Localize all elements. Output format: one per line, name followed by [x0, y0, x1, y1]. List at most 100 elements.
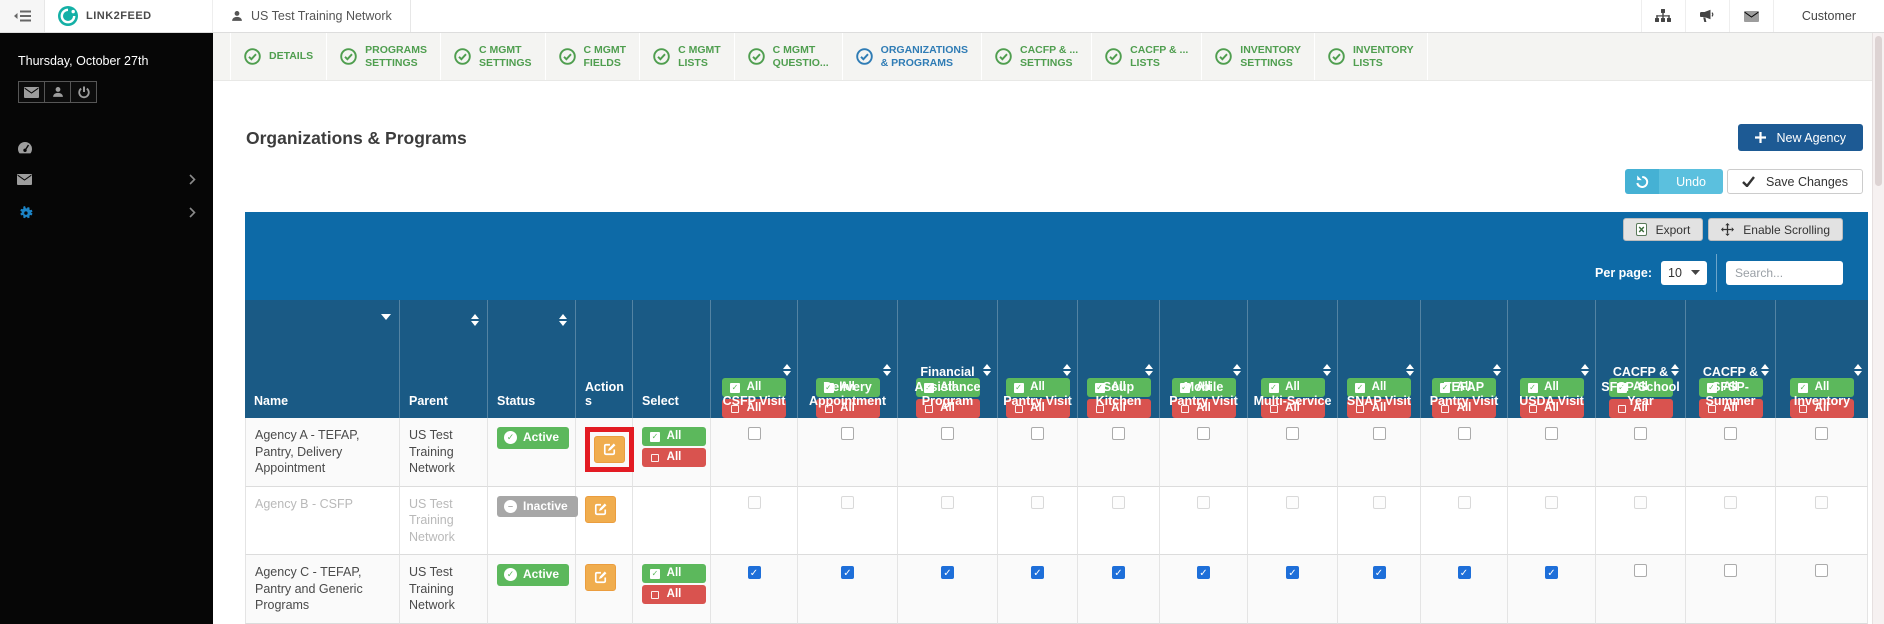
announcement-button[interactable] [1685, 0, 1729, 32]
sidebar-item-administration[interactable] [0, 195, 213, 230]
program-checkbox[interactable] [1545, 427, 1558, 440]
program-checkbox[interactable]: ✓ [1112, 566, 1125, 579]
program-checkbox[interactable] [1724, 496, 1737, 509]
program-checkbox[interactable] [1724, 427, 1737, 440]
column-header-snap-visit[interactable]: ✓AllAllSNAP Visit [1338, 300, 1421, 418]
program-checkbox[interactable] [748, 427, 761, 440]
tab-cacfp-settings[interactable]: CACFP & ...SETTINGS [982, 33, 1092, 80]
program-checkbox[interactable] [1197, 496, 1210, 509]
row-deselect-all-button[interactable]: All [642, 448, 706, 467]
tab-c-mgmt-lists[interactable]: C MGMTLISTS [640, 33, 735, 80]
column-header-inventory[interactable]: ✓AllAllInventory [1776, 300, 1868, 418]
column-header-tefap-pantry-visit[interactable]: ✓AllAllTEFAP Pantry Visit [1421, 300, 1508, 418]
program-checkbox[interactable] [1634, 564, 1647, 577]
column-header-financial-assistance-program[interactable]: ✓AllAllFinancial Assistance Program [898, 300, 998, 418]
program-checkbox[interactable] [748, 496, 761, 509]
tab-c-mgmt-questio[interactable]: C MGMTQUESTIO... [735, 33, 843, 80]
sort-indicator[interactable] [559, 314, 567, 326]
sort-indicator[interactable] [1581, 364, 1589, 376]
quick-user-button[interactable] [44, 81, 71, 103]
program-checkbox[interactable] [941, 496, 954, 509]
column-header-cacfp-sfsp-school-year[interactable]: ✓AllAllCACFP & SFSP-School Year [1596, 300, 1686, 418]
quick-power-button[interactable] [70, 81, 97, 103]
program-checkbox[interactable]: ✓ [1197, 566, 1210, 579]
program-checkbox[interactable] [1373, 496, 1386, 509]
program-checkbox[interactable] [1815, 496, 1828, 509]
user-menu[interactable]: Customer [1773, 0, 1884, 32]
row-deselect-all-button[interactable]: All [642, 585, 706, 604]
tab-organizations-programs[interactable]: ORGANIZATIONS& PROGRAMS [843, 33, 982, 80]
column-header-multi-service[interactable]: ✓AllAllMulti-Service [1248, 300, 1338, 418]
column-header-name[interactable]: Name [245, 300, 400, 418]
edit-agency-button[interactable] [585, 496, 616, 523]
column-header-parent[interactable]: Parent [400, 300, 488, 418]
program-checkbox[interactable] [1112, 496, 1125, 509]
tab-c-mgmt-settings[interactable]: C MGMTSETTINGS [441, 33, 546, 80]
tab-inventory-lists[interactable]: INVENTORYLISTS [1315, 33, 1428, 80]
sort-indicator[interactable] [883, 364, 891, 376]
network-selector[interactable]: US Test Training Network [213, 0, 411, 32]
program-checkbox[interactable] [1286, 427, 1299, 440]
column-header-usda-visit[interactable]: ✓AllAllUSDA Visit [1508, 300, 1596, 418]
program-checkbox[interactable] [1112, 427, 1125, 440]
column-header-csfp-visit[interactable]: ✓AllAllCSFP Visit [711, 300, 798, 418]
save-changes-button[interactable]: Save Changes [1727, 169, 1863, 194]
program-checkbox[interactable]: ✓ [941, 566, 954, 579]
sitemap-button[interactable] [1641, 0, 1685, 32]
program-checkbox[interactable] [1373, 427, 1386, 440]
program-checkbox[interactable] [1197, 427, 1210, 440]
sidebar-item-dashboard[interactable] [0, 131, 213, 164]
column-header-pantry-visit[interactable]: ✓AllAllPantry Visit [998, 300, 1078, 418]
sort-indicator[interactable] [471, 314, 479, 326]
sort-indicator[interactable] [1063, 364, 1071, 376]
program-checkbox[interactable] [1815, 564, 1828, 577]
program-checkbox[interactable] [1031, 496, 1044, 509]
column-header-mobile-pantry-visit[interactable]: ✓AllAllMobile Pantry Visit [1160, 300, 1248, 418]
program-checkbox[interactable] [1458, 427, 1471, 440]
export-button[interactable]: Export [1623, 218, 1704, 241]
sort-indicator[interactable] [1233, 364, 1241, 376]
tab-cacfp-lists[interactable]: CACFP & ...LISTS [1092, 33, 1202, 80]
program-checkbox[interactable]: ✓ [1458, 566, 1471, 579]
enable-scrolling-button[interactable]: Enable Scrolling [1708, 218, 1843, 241]
sidebar-item-messages[interactable] [0, 164, 213, 195]
per-page-select[interactable]: 10 [1661, 261, 1707, 285]
program-checkbox[interactable]: ✓ [1373, 566, 1386, 579]
program-checkbox[interactable]: ✓ [748, 566, 761, 579]
tab-inventory-settings[interactable]: INVENTORYSETTINGS [1202, 33, 1315, 80]
column-header-delivery-appointment[interactable]: ✓AllAllDelivery Appointment [798, 300, 898, 418]
program-checkbox[interactable] [1458, 496, 1471, 509]
brand[interactable]: LINK2FEED [45, 0, 213, 32]
scrollbar-thumb[interactable] [1875, 36, 1882, 186]
column-header-status[interactable]: Status [488, 300, 576, 418]
program-checkbox[interactable] [841, 496, 854, 509]
program-checkbox[interactable] [1286, 496, 1299, 509]
column-header-cacfp-sfsp-summer[interactable]: ✓AllAllCACFP & SFSP-Summer [1686, 300, 1776, 418]
program-checkbox[interactable]: ✓ [1286, 566, 1299, 579]
sort-indicator[interactable] [783, 364, 791, 376]
sort-indicator[interactable] [381, 314, 391, 320]
sort-indicator[interactable] [1145, 364, 1153, 376]
undo-button[interactable]: Undo [1625, 169, 1723, 194]
program-checkbox[interactable] [841, 427, 854, 440]
vertical-scrollbar[interactable] [1872, 33, 1884, 624]
tab-programs-settings[interactable]: PROGRAMSSETTINGS [327, 33, 441, 80]
program-checkbox[interactable] [1634, 427, 1647, 440]
program-checkbox[interactable] [1634, 496, 1647, 509]
search-input[interactable] [1726, 261, 1843, 285]
tab-details[interactable]: DETAILS [230, 33, 327, 80]
sidebar-toggle-button[interactable] [0, 0, 45, 32]
edit-agency-button[interactable] [594, 436, 625, 463]
sort-indicator[interactable] [1854, 364, 1862, 376]
column-header-soup-kitchen[interactable]: ✓AllAllSoup Kitchen [1078, 300, 1160, 418]
program-checkbox[interactable]: ✓ [841, 566, 854, 579]
program-checkbox[interactable] [1724, 564, 1737, 577]
quick-mail-button[interactable] [18, 81, 45, 103]
program-checkbox[interactable] [941, 427, 954, 440]
row-select-all-button[interactable]: ✓All [642, 427, 706, 446]
program-checkbox[interactable] [1031, 427, 1044, 440]
program-checkbox[interactable]: ✓ [1545, 566, 1558, 579]
program-checkbox[interactable] [1545, 496, 1558, 509]
new-agency-button[interactable]: New Agency [1738, 124, 1863, 151]
program-checkbox[interactable] [1815, 427, 1828, 440]
